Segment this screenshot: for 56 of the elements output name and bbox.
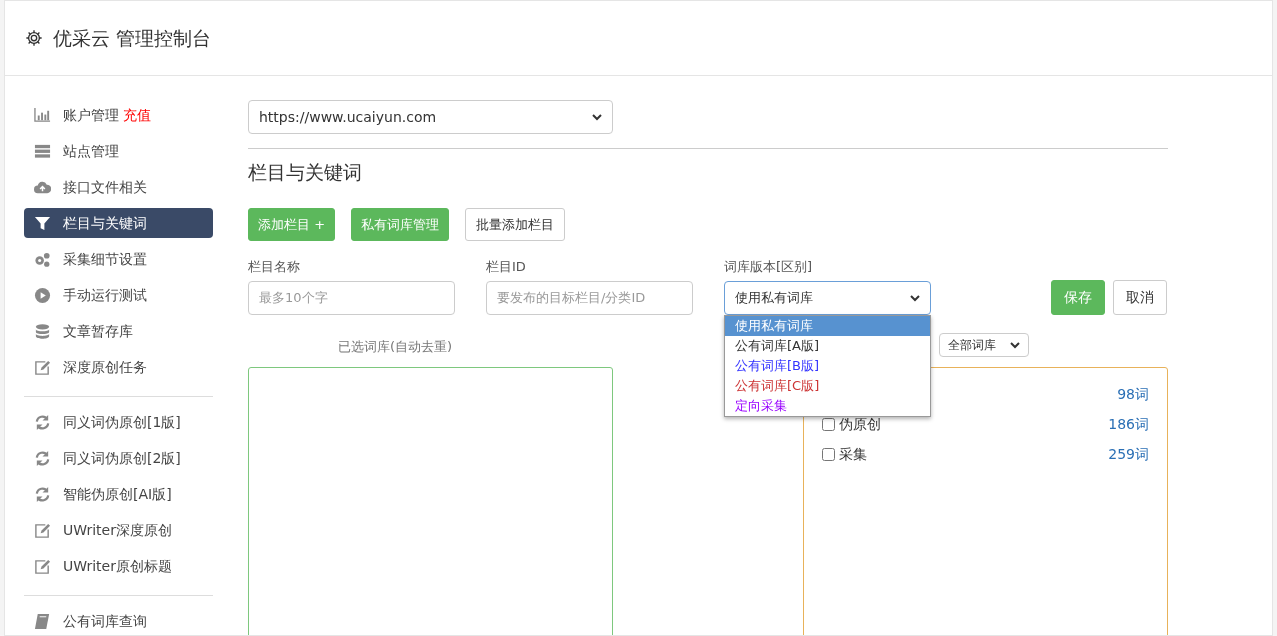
edit-icon: [34, 521, 51, 539]
sidebar-item[interactable]: 同义词伪原创[2版]: [24, 443, 213, 473]
word-count: 98词: [1117, 385, 1149, 405]
library-filter-select[interactable]: 全部词库: [939, 332, 1029, 357]
sidebar-item[interactable]: UWriter深度原创: [24, 515, 213, 545]
section-title: 栏目与关键词: [248, 161, 363, 184]
field-label: 栏目ID: [486, 258, 527, 277]
bar-chart-icon: [34, 106, 51, 124]
library-version-select[interactable]: 使用私有词库: [724, 280, 931, 315]
word-count: 186词: [1108, 415, 1149, 435]
dropdown-option[interactable]: 公有词库[B版]: [725, 355, 930, 376]
play-icon: [34, 286, 51, 304]
sidebar-item[interactable]: 栏目与关键词: [24, 208, 213, 238]
dropdown-option[interactable]: 公有词库[C版]: [725, 375, 930, 396]
recharge-link[interactable]: 充值: [123, 104, 151, 126]
edit-icon: [34, 557, 51, 575]
site-select[interactable]: https://www.ucaiyun.com: [248, 100, 613, 134]
sidebar-item[interactable]: 采集细节设置: [24, 244, 213, 274]
action-button[interactable]: 批量添加栏目: [465, 207, 566, 242]
app-title: 优采云 管理控制台: [53, 25, 212, 51]
sidebar-item[interactable]: 同义词伪原创[1版]: [24, 407, 213, 437]
sidebar-item[interactable]: 站点管理: [24, 136, 213, 166]
caret-icon: [910, 293, 920, 302]
field-label: 词库版本[区别]: [724, 258, 814, 277]
sidebar-item[interactable]: 接口文件相关: [24, 172, 213, 202]
caret-icon: [592, 113, 602, 121]
caret-icon: [1010, 340, 1020, 349]
sidebar-item[interactable]: UWriter原创标题: [24, 551, 213, 581]
library-name: 采集: [839, 445, 867, 465]
refresh-icon: [34, 413, 51, 431]
database-icon: [34, 322, 51, 340]
checkbox[interactable]: [822, 448, 835, 462]
library-name: 伪原创: [839, 415, 881, 435]
sidebar-item[interactable]: 手动运行测试: [24, 280, 213, 310]
refresh-icon: [34, 449, 51, 467]
field-label: 栏目名称: [248, 258, 301, 277]
edit-icon: [34, 358, 51, 376]
panel-label: 已选词库(自动去重): [338, 338, 453, 354]
refresh-icon: [34, 485, 51, 503]
sidebar-item[interactable]: 智能伪原创[AI版]: [24, 479, 213, 509]
sidebar-item[interactable]: 深度原创任务: [24, 352, 213, 382]
dropdown-option[interactable]: 定向采集: [725, 395, 930, 416]
filter-icon: [34, 214, 51, 232]
dropdown-option[interactable]: 公有词库[A版]: [725, 335, 930, 356]
sidebar-item[interactable]: 公有词库查询: [24, 606, 213, 635]
cancel-button[interactable]: 取消: [1113, 279, 1167, 315]
settings-icon: [25, 29, 43, 47]
text-input[interactable]: 最多10个字: [248, 280, 455, 315]
word-count: 259词: [1108, 445, 1149, 465]
checkbox[interactable]: [822, 418, 835, 432]
gears-icon: [34, 250, 51, 268]
sidebar-item[interactable]: 文章暂存库: [24, 316, 213, 346]
text-input[interactable]: 要发布的目标栏目/分类ID: [486, 280, 693, 315]
server-icon: [34, 142, 51, 160]
sidebar-item[interactable]: 账户管理 充值: [24, 100, 213, 130]
book-icon: [34, 612, 51, 630]
